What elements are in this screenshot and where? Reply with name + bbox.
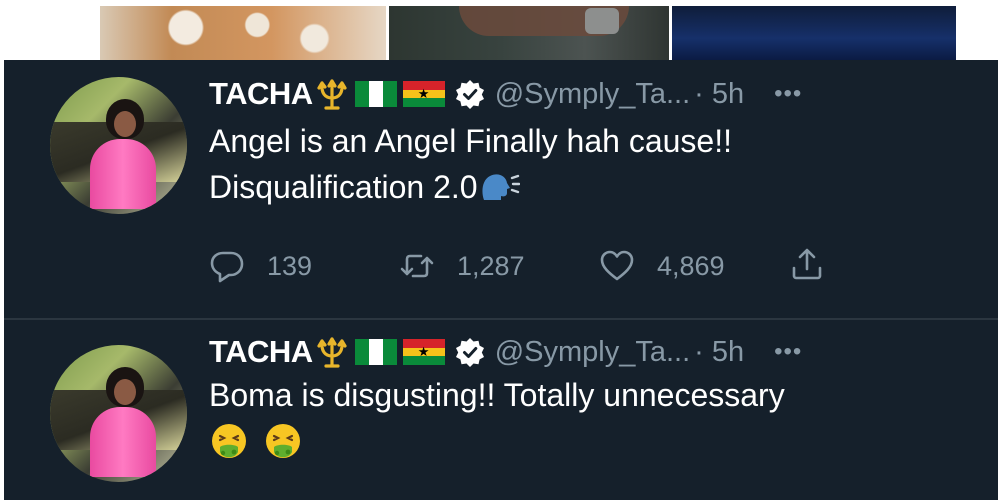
tweet-text-line-1: Angel is an Angel Finally hah cause!! — [209, 123, 732, 159]
heart-icon — [600, 250, 634, 281]
nigeria-flag-icon — [354, 81, 397, 107]
verified-badge-icon — [455, 337, 485, 367]
author-name[interactable]: TACHA — [209, 76, 313, 112]
tweet-header: TACHA ★ @Symply_Ta... · 5h ••• — [209, 74, 802, 114]
nauseated-face-icon — [209, 422, 249, 462]
nigeria-flag-icon — [354, 339, 397, 365]
avatar-outfit — [90, 407, 156, 477]
blue-night-photo — [672, 6, 956, 60]
emoji-row — [209, 420, 785, 466]
tweet-text-line-1: Boma is disgusting!! Totally unnecessary — [209, 377, 785, 413]
like-count: 4,869 — [657, 250, 725, 281]
avatar-face — [114, 111, 136, 137]
author-handle[interactable]: @Symply_Ta... — [495, 336, 690, 369]
author-name[interactable]: TACHA — [209, 334, 313, 370]
retweet-action[interactable]: 1,287 — [399, 248, 599, 284]
watch-shape — [585, 8, 619, 34]
tweet-time[interactable]: · 5h — [694, 78, 744, 111]
retweet-count: 1,287 — [457, 250, 525, 281]
tweet-feed: TACHA ★ @Symply_Ta... · 5h ••• Angel is … — [4, 60, 998, 500]
nauseated-face-icon — [263, 422, 303, 462]
tweet-2[interactable]: TACHA ★ @Symply_Ta... · 5h ••• Boma is d… — [4, 320, 998, 500]
avatar[interactable] — [50, 77, 187, 214]
sand-texture-photo — [100, 6, 386, 60]
verified-badge-icon — [455, 79, 485, 109]
trident-icon — [315, 335, 349, 369]
avatar-outfit — [90, 139, 156, 209]
tweet-header: TACHA ★ @Symply_Ta... · 5h ••• — [209, 332, 802, 372]
tweet-time[interactable]: · 5h — [694, 336, 744, 369]
avatar[interactable] — [50, 345, 187, 482]
ghana-flag-icon: ★ — [402, 339, 445, 366]
reply-action[interactable]: 139 — [209, 248, 399, 284]
share-action[interactable] — [789, 246, 825, 287]
avatar-face — [114, 379, 136, 405]
reply-count: 139 — [267, 250, 313, 281]
top-image-strip — [0, 0, 1000, 60]
ghana-flag-icon: ★ — [402, 81, 445, 108]
tweet-1[interactable]: TACHA ★ @Symply_Ta... · 5h ••• Angel is … — [4, 60, 998, 318]
retweet-icon — [400, 254, 434, 278]
tweet-text: Boma is disgusting!! Totally unnecessary — [209, 372, 785, 466]
more-options-icon[interactable]: ••• — [774, 80, 802, 108]
share-icon — [792, 248, 822, 279]
trident-icon — [315, 77, 349, 111]
speaking-head-icon — [482, 174, 520, 200]
author-handle[interactable]: @Symply_Ta... — [495, 78, 690, 111]
hand-with-watch-photo — [389, 6, 669, 60]
reply-icon — [210, 251, 244, 283]
tweet-actions: 139 1,287 4,869 — [209, 246, 825, 286]
tweet-text-line-2: Disqualification 2.0 — [209, 169, 478, 205]
like-action[interactable]: 4,869 — [599, 248, 789, 284]
tweet-text-line-2-row: Disqualification 2.0 — [209, 164, 732, 210]
more-options-icon[interactable]: ••• — [774, 338, 802, 366]
tweet-text: Angel is an Angel Finally hah cause!! Di… — [209, 118, 732, 210]
